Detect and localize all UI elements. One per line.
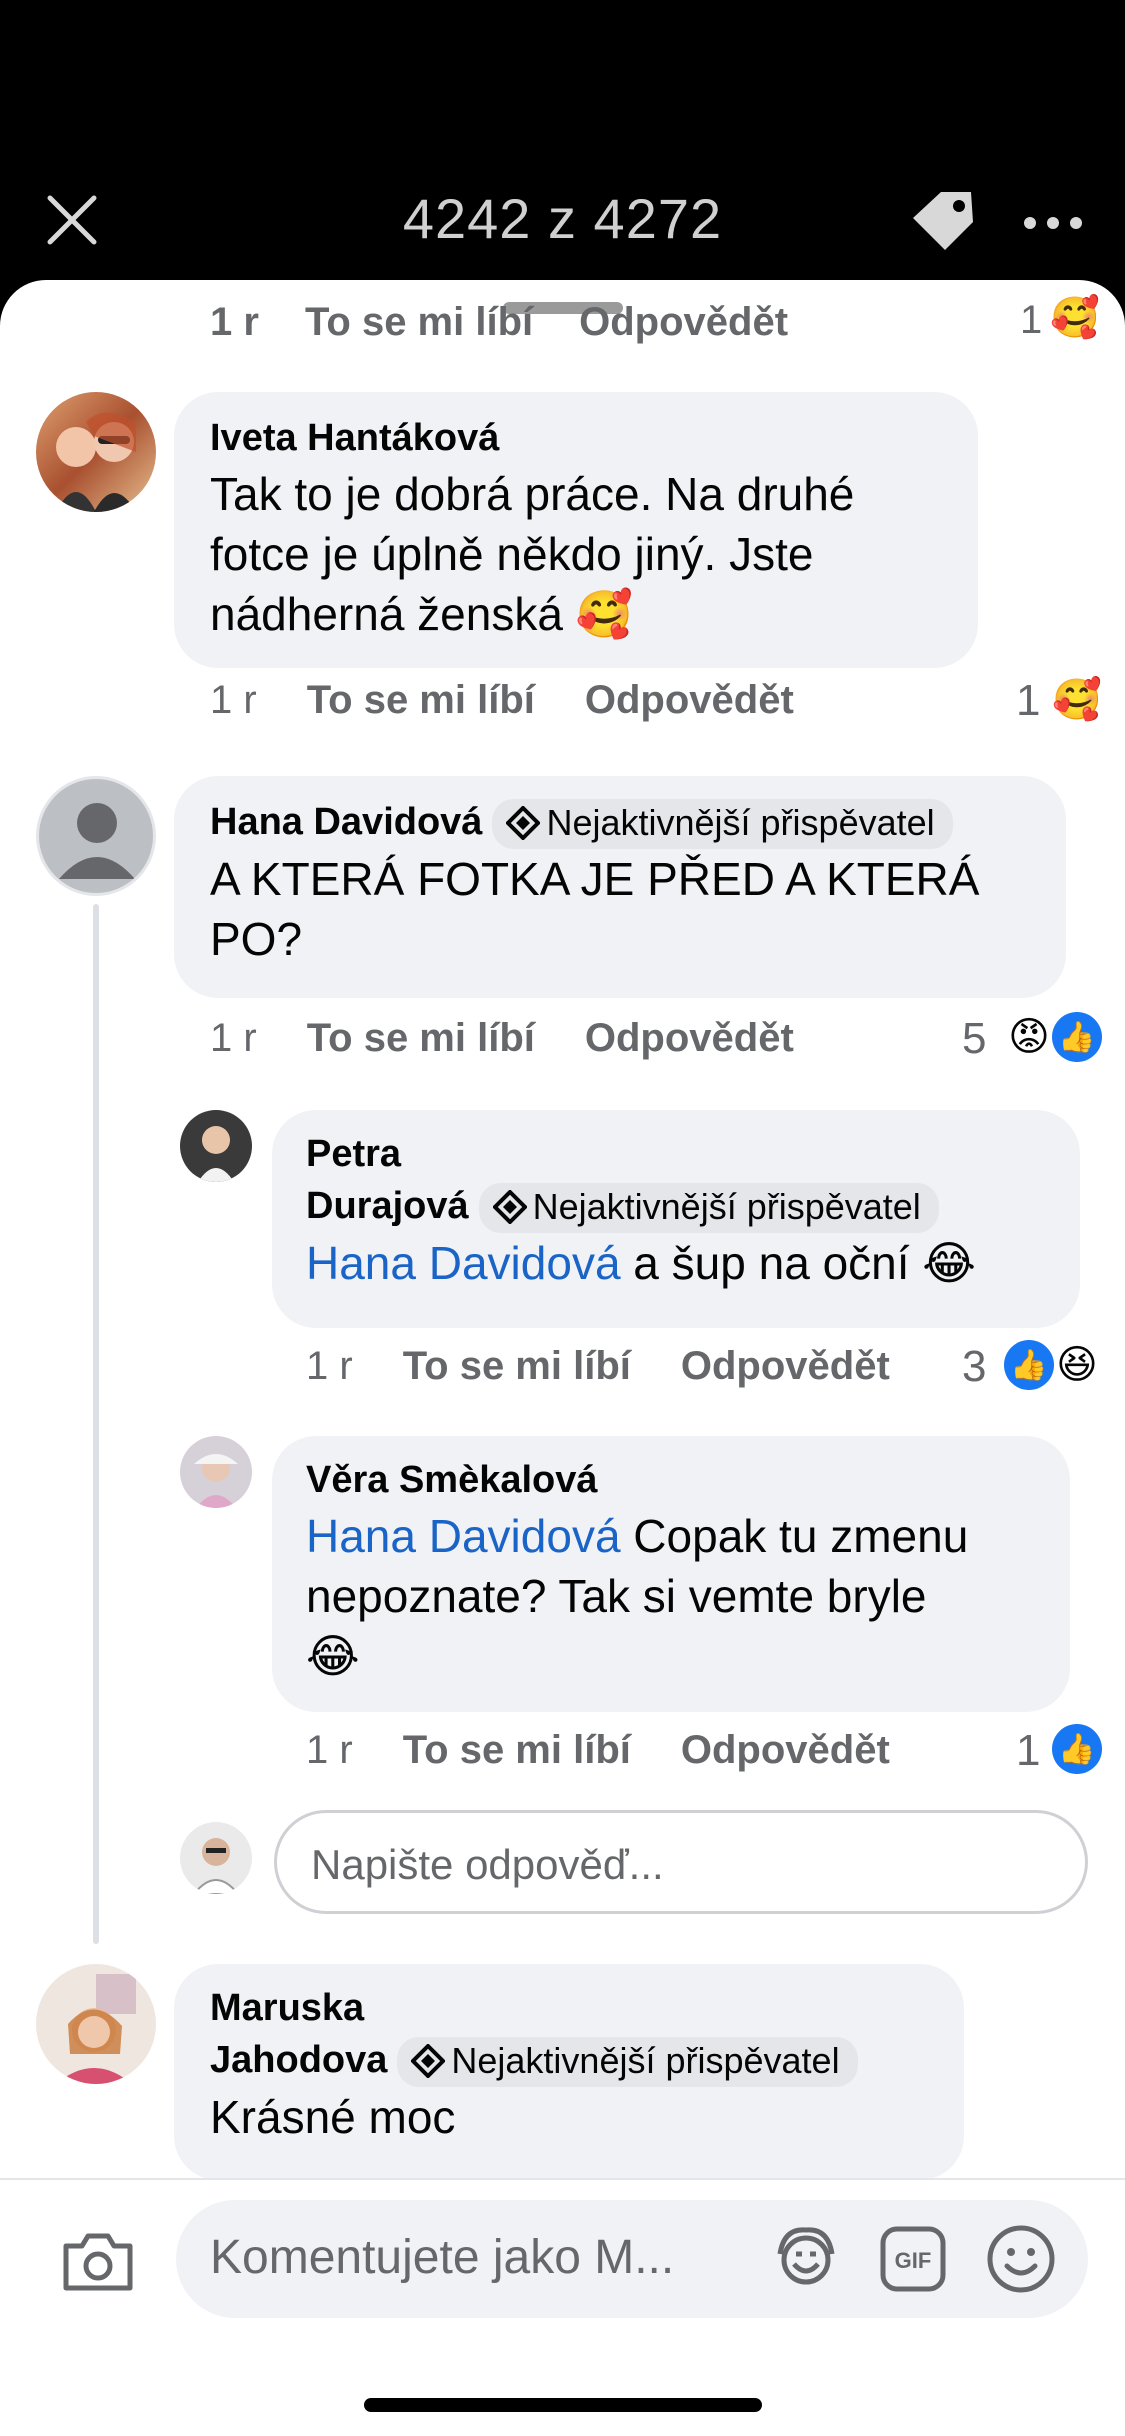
comment-bubble[interactable]: Iveta Hantáková Tak to je dobrá práce. N… (174, 392, 978, 668)
time-label: 1 r (210, 300, 259, 344)
comment-author-line: Hana Davidová Nejaktivnější přispěvatel (210, 796, 1032, 849)
comment-text: Krásné moc (210, 2090, 456, 2143)
like-button[interactable]: To se mi líbí (403, 1344, 631, 1388)
comment-author[interactable]: Hana Davidová (210, 801, 482, 843)
comment-author-line: Jahodova Nejaktivnější přispěvatel (210, 2034, 934, 2087)
time-label: 1 r (306, 1728, 353, 1772)
reply-text-line3: 😂 (306, 1630, 360, 1682)
reaction-count: 1 (1020, 298, 1043, 342)
like-reaction-icon: 👍 (1004, 1340, 1054, 1390)
comment-text: Hana Davidová Copak tu zmenu (306, 1506, 1040, 1566)
previous-comment-actions: 1 r To se mi líbí Odpovědět (210, 300, 834, 345)
badge-label: Nejaktivnější přispěvatel (451, 2039, 840, 2081)
comment-author-line: Durajová Nejaktivnější přispěvatel (306, 1180, 1050, 1233)
thread-line (93, 904, 99, 1944)
reply-button[interactable]: Odpovědět (681, 1728, 890, 1772)
comment-text: A KTERÁ FOTKA JE PŘED A KTERÁ PO? (210, 852, 980, 965)
like-reaction-icon: 👍 (1052, 1724, 1102, 1774)
reply-actions: 1 r To se mi líbí Odpovědět (306, 1728, 890, 1773)
top-contributor-badge: Nejaktivnější přispěvatel (492, 798, 953, 849)
comment-author-surname[interactable]: Jahodova (210, 2039, 387, 2081)
default-avatar-icon[interactable] (36, 776, 156, 896)
avatar-sticker-icon[interactable] (770, 2224, 842, 2294)
camera-icon[interactable] (60, 2230, 136, 2294)
current-user-avatar (180, 1822, 252, 1894)
reply-bubble[interactable]: Věra Smèkalová Hana Davidová Copak tu zm… (272, 1436, 1070, 1712)
viewer-top-bar: 4242 z 4272 (0, 0, 1125, 290)
comment-actions: 1 r To se mi líbí Odpovědět (210, 1016, 794, 1061)
more-options-icon[interactable] (1022, 206, 1084, 240)
reply-button[interactable]: Odpovědět (681, 1344, 890, 1388)
care-reaction-icon: 🥰 (1050, 296, 1100, 340)
comment-author[interactable]: Věra Smèkalová (306, 1454, 1040, 1506)
reply-button[interactable]: Odpovědět (585, 678, 794, 722)
like-button[interactable]: To se mi líbí (307, 1016, 535, 1060)
reply-bubble[interactable]: Petra Durajová Nejaktivnější přispěvatel … (272, 1110, 1080, 1328)
gif-icon[interactable]: GIF (880, 2226, 946, 2292)
care-reaction-icon: 🥰 (1052, 677, 1102, 722)
top-contributor-badge: Nejaktivnější přispěvatel (478, 1182, 939, 1233)
top-contributor-badge: Nejaktivnější přispěvatel (397, 2036, 858, 2087)
mention-link[interactable]: Hana Davidová (306, 1510, 621, 1562)
reply-text: a šup na oční 😂 (620, 1236, 977, 1289)
mention-link[interactable]: Hana Davidová (306, 1237, 621, 1289)
comment-author[interactable]: Petra (306, 1128, 1050, 1180)
avatar[interactable] (36, 392, 156, 512)
comment-author-surname[interactable]: Durajová (306, 1185, 469, 1227)
time-label: 1 r (306, 1344, 353, 1388)
reply-text-line2: nepoznate? Tak si vemte bryle (306, 1570, 927, 1622)
angry-reaction-icon: 😡 (1008, 1015, 1050, 1059)
reply-button[interactable]: Odpovědět (579, 300, 788, 344)
reaction-count[interactable]: 1 (1016, 676, 1040, 726)
badge-label: Nejaktivnější přispěvatel (532, 1185, 921, 1227)
svg-text:GIF: GIF (895, 2248, 932, 2273)
like-reaction-icon: 👍 (1052, 1012, 1102, 1062)
avatar[interactable] (36, 1964, 156, 2084)
badge-icon (411, 2043, 446, 2078)
reply-input[interactable]: Napište odpověď... (274, 1810, 1088, 1914)
haha-reaction-icon: 😆 (1056, 1343, 1098, 1387)
badge-icon (506, 805, 541, 840)
reaction-count[interactable]: 5 (962, 1014, 986, 1064)
avatar[interactable] (180, 1436, 252, 1508)
badge-icon (492, 1189, 527, 1224)
reaction-count[interactable]: 1 (1016, 1726, 1040, 1776)
reaction-count[interactable]: 3 (962, 1342, 986, 1392)
comment-actions: 1 r To se mi líbí Odpovědět (210, 678, 794, 723)
like-button[interactable]: To se mi líbí (305, 300, 533, 344)
comment-text: Tak to je dobrá práce. Na druhé fotce je… (210, 468, 855, 640)
time-label: 1 r (210, 1016, 257, 1060)
comment-input-placeholder[interactable]: Komentujete jako M... (210, 2230, 674, 2285)
avatar[interactable] (180, 1110, 252, 1182)
home-indicator (364, 2398, 762, 2412)
time-label: 1 r (210, 678, 257, 722)
emoji-icon[interactable] (986, 2224, 1056, 2294)
reply-button[interactable]: Odpovědět (585, 1016, 794, 1060)
comment-text: Hana Davidová a šup na oční 😂 (306, 1233, 1050, 1293)
comments-sheet[interactable]: 1 r To se mi líbí Odpovědět 1 🥰 Iveta Hant… (0, 280, 1125, 2436)
comment-author[interactable]: Iveta Hantáková (210, 412, 944, 464)
like-button[interactable]: To se mi líbí (403, 1728, 631, 1772)
reply-actions: 1 r To se mi líbí Odpovědět (306, 1344, 890, 1389)
comment-bubble[interactable]: Hana Davidová Nejaktivnější přispěvatel A… (174, 776, 1066, 998)
badge-label: Nejaktivnější přispěvatel (546, 801, 935, 843)
reply-text-line1: Copak tu zmenu (620, 1510, 969, 1562)
comment-bubble[interactable]: Maruska Jahodova Nejaktivnější přispěvate… (174, 1964, 964, 2180)
tag-icon[interactable] (905, 188, 979, 254)
comment-author[interactable]: Maruska (210, 1982, 934, 2034)
like-button[interactable]: To se mi líbí (307, 678, 535, 722)
